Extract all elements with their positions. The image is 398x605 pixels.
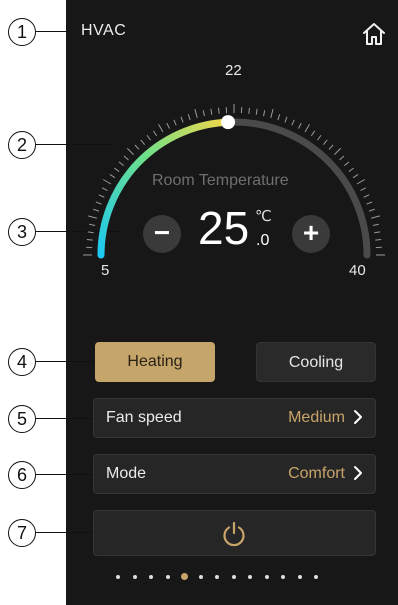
page-dot[interactable]: [132, 575, 137, 579]
dial-tick: [304, 123, 310, 133]
dial-tick: [368, 208, 375, 212]
page-indicator: [116, 573, 356, 583]
heating-button[interactable]: Heating: [95, 342, 215, 382]
dial-tick: [173, 119, 177, 126]
cooling-button[interactable]: Cooling: [256, 342, 376, 382]
page-dot[interactable]: [231, 575, 236, 579]
dial-tick: [194, 109, 198, 118]
mode-row[interactable]: Mode Comfort: [93, 454, 376, 494]
dial-tick: [371, 215, 380, 219]
page-dot[interactable]: [149, 575, 153, 579]
dial-tick: [89, 223, 96, 226]
dial-label-max: 40: [349, 262, 366, 279]
dial-tick: [118, 161, 124, 167]
temperature-unit: ℃: [255, 208, 272, 225]
power-icon: [220, 520, 248, 548]
page-dot[interactable]: [264, 575, 269, 579]
dial-tick: [248, 107, 250, 114]
dial-tick: [152, 130, 158, 137]
dial-tick: [93, 208, 100, 212]
dial-tick: [202, 110, 205, 117]
dial-tick: [291, 119, 295, 126]
dial-tick: [95, 201, 102, 205]
dial-tick: [356, 179, 366, 185]
decrease-temperature-button[interactable]: −: [143, 215, 181, 253]
dial-label-min: 5: [101, 262, 110, 279]
dial-tick: [374, 231, 381, 234]
dial-tick: [317, 134, 322, 141]
dial-tick: [344, 161, 350, 167]
dial-tick: [109, 173, 116, 179]
dial-tick: [87, 231, 94, 234]
page-dot[interactable]: [165, 575, 170, 579]
dial-tick: [322, 139, 328, 145]
dial-tick: [101, 187, 108, 191]
dial-tick: [255, 108, 258, 115]
dial-tick: [298, 122, 302, 129]
dial-tick: [86, 239, 93, 241]
page-dot[interactable]: [281, 575, 285, 579]
fan-speed-row[interactable]: Fan speed Medium: [93, 398, 376, 438]
dial-tick: [123, 155, 129, 161]
page-dot[interactable]: [215, 575, 219, 579]
dial-tick: [366, 201, 373, 205]
increase-temperature-button[interactable]: +: [292, 215, 330, 253]
dial-tick: [310, 130, 316, 137]
dial-tick: [352, 173, 359, 179]
dial-knob[interactable]: [221, 115, 236, 130]
dial-tick: [102, 179, 112, 185]
dial-tick: [328, 144, 334, 150]
page-dot[interactable]: [297, 575, 302, 579]
dial-tick: [284, 116, 288, 123]
page-dot[interactable]: [248, 575, 252, 579]
page-dot[interactable]: [314, 575, 318, 579]
dial-tick: [263, 110, 266, 117]
dial-tick: [375, 239, 382, 241]
dial-tick: [360, 187, 367, 191]
power-button[interactable]: [93, 510, 376, 556]
dial-tick: [134, 144, 140, 150]
dial-tick: [187, 114, 191, 121]
dial-tick: [166, 122, 170, 129]
chevron-right-icon: [353, 464, 363, 487]
dial-tick: [339, 155, 345, 161]
fan-speed-value: Medium: [288, 409, 345, 426]
temperature-decimal: .0: [256, 232, 270, 249]
temperature-value: 25: [198, 202, 250, 254]
dial-tick: [277, 114, 281, 121]
room-temperature-label: Room Temperature: [152, 172, 289, 189]
dial-tick: [113, 167, 120, 172]
dial-label-top: 22: [225, 62, 242, 79]
page-dot[interactable]: [198, 575, 203, 579]
mode-value: Comfort: [288, 465, 345, 482]
dial-tick: [372, 223, 379, 226]
temperature-dial[interactable]: [66, 0, 398, 300]
dial-tick: [98, 194, 105, 198]
dial-tick: [334, 147, 342, 155]
page-dot[interactable]: [116, 575, 120, 579]
dial-tick: [158, 123, 164, 133]
dial-tick: [140, 139, 146, 145]
mode-label: Mode: [106, 465, 147, 482]
dial-tick: [180, 116, 184, 123]
fan-speed-label: Fan speed: [106, 409, 182, 426]
dial-tick: [363, 194, 370, 198]
dial-tick: [218, 107, 220, 114]
dial-tick: [126, 147, 134, 155]
page-dot-active[interactable]: [180, 573, 188, 580]
dial-tick: [270, 109, 274, 118]
dial-tick: [348, 167, 355, 172]
dial-tick: [146, 134, 151, 141]
chevron-right-icon: [353, 408, 363, 431]
dial-tick: [88, 215, 97, 219]
dial-tick: [210, 108, 213, 115]
